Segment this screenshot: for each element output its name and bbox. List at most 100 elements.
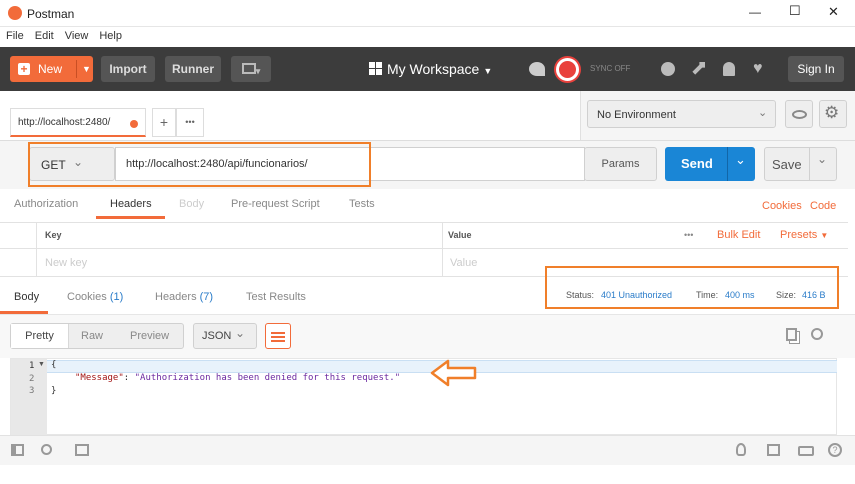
json-colon: : bbox=[123, 373, 135, 383]
heart-icon[interactable]: ♥ bbox=[753, 60, 763, 78]
sign-in-button[interactable]: Sign In bbox=[788, 56, 844, 82]
workspace-label: My Workspace bbox=[387, 61, 480, 77]
more-options-icon[interactable]: ••• bbox=[684, 230, 693, 240]
send-dropdown-divider bbox=[727, 147, 728, 181]
response-tab-test-results[interactable]: Test Results bbox=[246, 291, 306, 303]
new-key-input[interactable]: New key bbox=[45, 257, 87, 269]
pretty-button[interactable]: Pretty bbox=[11, 324, 69, 348]
key-column-header: Key bbox=[45, 230, 62, 240]
params-button[interactable]: Params bbox=[584, 147, 657, 181]
send-label: Send bbox=[681, 156, 713, 171]
fold-toggle-icon[interactable]: ▼ bbox=[38, 361, 45, 368]
wrench-icon[interactable] bbox=[692, 62, 705, 75]
annotation-arrow-icon bbox=[430, 359, 477, 387]
time-label: Time: bbox=[696, 290, 719, 300]
keyboard-icon[interactable] bbox=[798, 446, 814, 456]
tab-authorization[interactable]: Authorization bbox=[14, 198, 78, 210]
presets-dropdown[interactable]: Presets ▼ bbox=[780, 229, 828, 241]
url-highlight-box bbox=[28, 142, 371, 187]
sync-icon[interactable] bbox=[556, 58, 579, 81]
line-number: 1 bbox=[29, 361, 35, 371]
menu-edit[interactable]: Edit bbox=[29, 27, 59, 42]
value-input[interactable]: Value bbox=[450, 257, 477, 269]
wrap-lines-button[interactable] bbox=[265, 323, 291, 349]
response-tab-cookies[interactable]: Cookies (1) bbox=[67, 291, 123, 303]
wrap-lines-icon bbox=[271, 332, 285, 334]
save-dropdown-divider bbox=[809, 148, 810, 180]
search-icon[interactable] bbox=[811, 328, 823, 340]
format-select[interactable]: JSON ⌄ bbox=[193, 323, 257, 349]
workspace-switcher[interactable]: My Workspace ▼ bbox=[369, 61, 492, 77]
close-button[interactable]: ✕ bbox=[828, 4, 839, 20]
tab-bar: http://localhost:2480/ + ••• No Environm… bbox=[0, 91, 855, 141]
environment-select[interactable]: No Environment ⌄ bbox=[587, 100, 776, 128]
response-tab-headers[interactable]: Headers (7) bbox=[155, 291, 213, 303]
environment-selected: No Environment bbox=[597, 109, 676, 121]
chevron-down-icon: ⌄ bbox=[235, 326, 246, 340]
new-button[interactable]: + New ▼ bbox=[10, 56, 93, 82]
code-line-1: { bbox=[51, 360, 57, 370]
status-value: 401 Unauthorized bbox=[601, 290, 673, 300]
plus-icon: + bbox=[18, 63, 30, 75]
grid-icon bbox=[369, 62, 382, 75]
search-icon[interactable] bbox=[41, 444, 52, 455]
table-column-divider bbox=[442, 223, 443, 277]
raw-button[interactable]: Raw bbox=[81, 330, 103, 342]
tab-menu-button[interactable]: ••• bbox=[176, 108, 204, 137]
presets-label: Presets bbox=[780, 229, 818, 241]
new-window-button[interactable]: ▾ bbox=[231, 56, 271, 82]
tab-body[interactable]: Body bbox=[179, 198, 204, 210]
request-tab[interactable]: http://localhost:2480/ bbox=[10, 108, 146, 137]
status-label: Status: bbox=[566, 290, 595, 300]
code-line-2: "Message": "Authorization has been denie… bbox=[75, 373, 400, 383]
bulk-edit-link[interactable]: Bulk Edit bbox=[717, 229, 760, 241]
active-tab-underline bbox=[96, 216, 165, 219]
lightbulb-icon[interactable] bbox=[736, 443, 746, 456]
line-number: 2 bbox=[29, 374, 35, 384]
cookies-link[interactable]: Cookies bbox=[762, 200, 802, 212]
environment-settings-button[interactable]: ⚙ bbox=[819, 100, 847, 128]
help-icon[interactable]: ? bbox=[828, 443, 842, 457]
environment-quick-look-button[interactable] bbox=[785, 100, 813, 128]
json-key: "Message" bbox=[75, 373, 124, 383]
split-view-icon[interactable] bbox=[767, 444, 780, 456]
chevron-down-icon[interactable]: ⌄ bbox=[817, 152, 827, 166]
headers-label: Headers bbox=[155, 291, 197, 303]
add-tab-button[interactable]: + bbox=[152, 108, 176, 137]
menu-file[interactable]: File bbox=[0, 27, 29, 42]
response-tab-body[interactable]: Body bbox=[14, 291, 39, 303]
console-icon[interactable] bbox=[75, 444, 89, 456]
cookies-label: Cookies bbox=[67, 291, 107, 303]
runner-button[interactable]: Runner bbox=[165, 56, 221, 82]
sync-status: SYNC OFF bbox=[590, 64, 631, 73]
size-label: Size: bbox=[776, 290, 797, 300]
menu-help[interactable]: Help bbox=[93, 27, 127, 42]
chevron-down-icon[interactable]: ⌄ bbox=[735, 152, 746, 168]
copy-icon[interactable] bbox=[786, 328, 797, 341]
tab-pre-request-script[interactable]: Pre-request Script bbox=[231, 198, 320, 210]
tab-headers[interactable]: Headers bbox=[110, 198, 152, 210]
save-button[interactable]: Save ⌄ bbox=[764, 147, 837, 181]
sidebar-toggle-icon[interactable] bbox=[11, 444, 24, 456]
tab-tests[interactable]: Tests bbox=[349, 198, 375, 210]
cookies-count: (1) bbox=[109, 291, 124, 303]
maximize-button[interactable]: ☐ bbox=[789, 3, 801, 19]
caret-down-icon[interactable]: ▼ bbox=[82, 56, 91, 82]
environment-panel: No Environment ⌄ ⚙ bbox=[580, 91, 855, 140]
preview-button[interactable]: Preview bbox=[130, 330, 169, 342]
save-label: Save bbox=[772, 157, 802, 172]
import-button[interactable]: Import bbox=[101, 56, 155, 82]
bell-icon[interactable] bbox=[723, 62, 735, 76]
interceptor-satellite-icon[interactable] bbox=[529, 62, 545, 76]
value-column-header: Value bbox=[448, 230, 472, 240]
gear-icon: ⚙ bbox=[824, 103, 840, 122]
new-label: New bbox=[38, 62, 63, 76]
code-link[interactable]: Code bbox=[810, 200, 836, 212]
line-number: 3 bbox=[29, 386, 35, 396]
minimize-button[interactable]: — bbox=[749, 5, 761, 19]
response-body-editor[interactable]: 1 ▼ 2 3 { "Message": "Authorization has … bbox=[10, 358, 837, 436]
globe-icon[interactable] bbox=[661, 62, 675, 76]
menu-view[interactable]: View bbox=[59, 27, 94, 42]
postman-logo-icon bbox=[8, 6, 22, 20]
send-button[interactable]: Send ⌄ bbox=[665, 147, 755, 181]
